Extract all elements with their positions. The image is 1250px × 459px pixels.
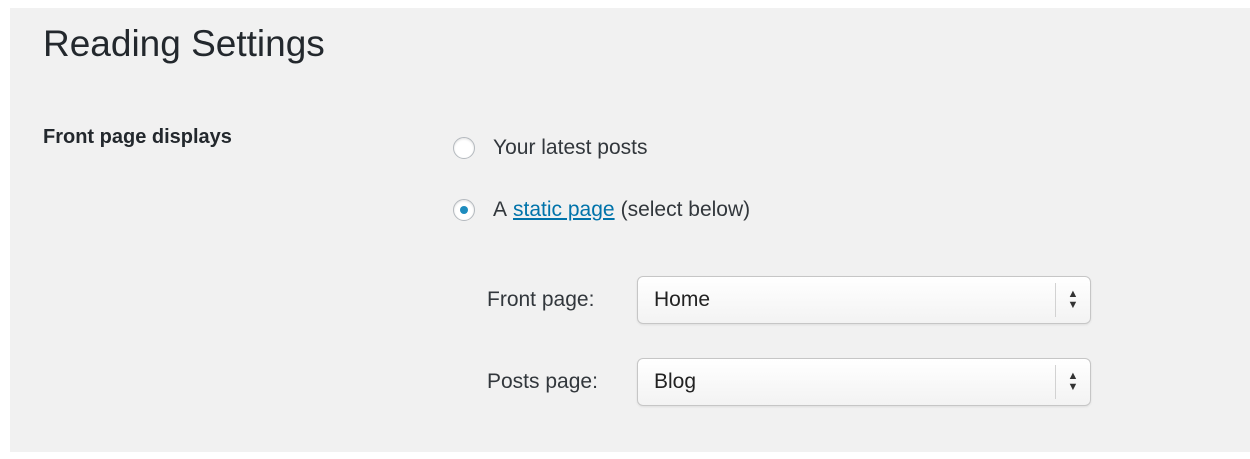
page-title: Reading Settings bbox=[43, 23, 325, 64]
front-page-select-label: Front page: bbox=[487, 288, 595, 311]
radio-latest-posts[interactable] bbox=[453, 137, 475, 159]
posts-page-select-row: Posts page: Blog ▲ ▼ bbox=[487, 358, 1091, 406]
radio-static-page[interactable] bbox=[453, 199, 475, 221]
radio-static-page-prefix: A bbox=[493, 198, 508, 221]
radio-static-page-suffix: (select below) bbox=[620, 198, 751, 221]
up-down-arrows-icon: ▲ ▼ bbox=[1067, 288, 1079, 311]
posts-page-select[interactable]: Blog ▲ ▼ bbox=[637, 358, 1091, 406]
radio-latest-posts-label: Your latest posts bbox=[493, 136, 648, 159]
select-divider bbox=[1055, 283, 1056, 317]
up-down-arrows-icon: ▲ ▼ bbox=[1067, 370, 1079, 393]
static-page-link[interactable]: static page bbox=[513, 198, 615, 222]
select-divider bbox=[1055, 365, 1056, 399]
front-page-select-row: Front page: Home ▲ ▼ bbox=[487, 276, 1091, 324]
front-page-select[interactable]: Home ▲ ▼ bbox=[637, 276, 1091, 324]
posts-page-select-value: Blog bbox=[654, 370, 697, 393]
front-page-select-value: Home bbox=[654, 288, 711, 311]
posts-page-select-label: Posts page: bbox=[487, 370, 598, 393]
radio-option-static-page[interactable]: A static page (select below) bbox=[453, 198, 750, 222]
settings-panel: Reading Settings Front page displays You… bbox=[10, 8, 1250, 452]
radio-option-latest-posts[interactable]: Your latest posts bbox=[453, 136, 648, 160]
front-page-displays-label: Front page displays bbox=[43, 126, 232, 148]
